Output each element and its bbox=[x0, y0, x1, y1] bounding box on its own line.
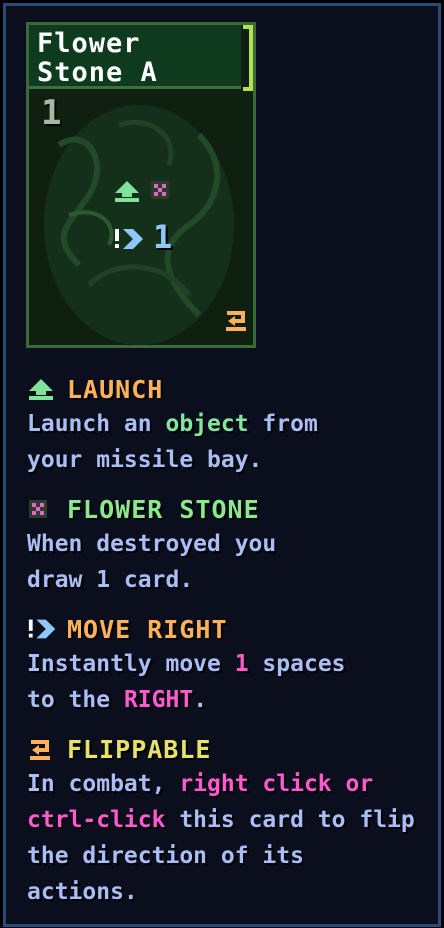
flower-stone-heading-row: FLOWER STONE bbox=[27, 492, 418, 526]
move-right-section: MOVE RIGHT Instantly move 1 spaces to th… bbox=[27, 612, 418, 718]
flower-stone-icon bbox=[27, 498, 59, 520]
flower-stone-section: FLOWER STONE When destroyed you draw 1 c… bbox=[27, 492, 418, 598]
card[interactable]: Flower Stone A 1 1 bbox=[26, 22, 256, 348]
ctrl-click-keyword: ctrl-click bbox=[27, 807, 166, 833]
move-right-heading: MOVE RIGHT bbox=[67, 614, 228, 644]
flippable-icon bbox=[226, 311, 246, 331]
card-move-value: 1 bbox=[153, 218, 173, 256]
flippable-heading-row: FLIPPABLE bbox=[27, 732, 418, 766]
launch-description: Launch an object from your missile bay. bbox=[27, 411, 318, 473]
launch-icon bbox=[27, 377, 59, 401]
move-right-description: Instantly move 1 spaces to the RIGHT. bbox=[27, 651, 346, 713]
flippable-description: In combat, right click or ctrl-click thi… bbox=[27, 771, 415, 905]
launch-heading: LAUNCH bbox=[67, 374, 164, 404]
move-right-icon bbox=[27, 615, 59, 643]
card-cost: 1 bbox=[41, 93, 62, 133]
flower-stone-heading: FLOWER STONE bbox=[67, 494, 260, 524]
launch-section: LAUNCH Launch an object from your missil… bbox=[27, 372, 418, 478]
right-click-keyword: right click or bbox=[179, 771, 374, 797]
object-keyword: object bbox=[165, 411, 249, 437]
right-keyword: RIGHT bbox=[123, 687, 194, 713]
flower-stone-description: When destroyed you draw 1 card. bbox=[27, 531, 277, 593]
launch-icon bbox=[115, 181, 139, 202]
flower-stone-icon bbox=[151, 181, 169, 199]
flippable-heading: FLIPPABLE bbox=[67, 734, 212, 764]
tooltip-panel: Flower Stone A 1 1 LAUNCH Launch an obje… bbox=[3, 3, 441, 927]
move-right-heading-row: MOVE RIGHT bbox=[27, 612, 418, 646]
launch-heading-row: LAUNCH bbox=[27, 372, 418, 406]
card-title: Flower Stone A bbox=[29, 25, 241, 89]
title-bracket bbox=[243, 25, 253, 91]
flippable-section: FLIPPABLE In combat, right click or ctrl… bbox=[27, 732, 418, 910]
flippable-icon bbox=[27, 736, 59, 762]
move-amount: 1 bbox=[234, 651, 249, 677]
move-right-icon bbox=[115, 229, 143, 249]
